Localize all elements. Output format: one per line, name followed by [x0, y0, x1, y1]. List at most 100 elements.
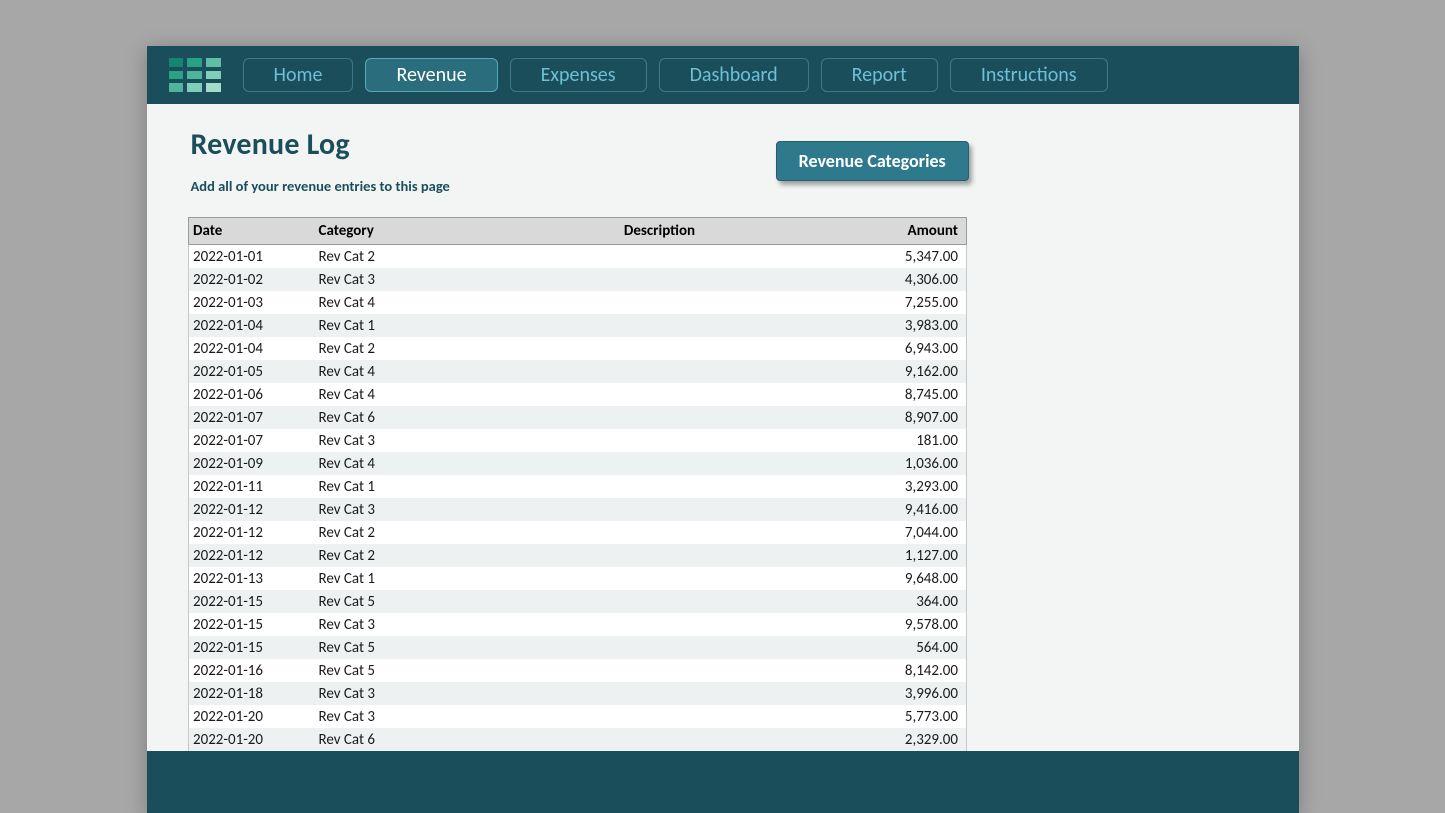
cell-description[interactable] [473, 544, 847, 567]
cell-amount[interactable]: 1,036.00 [847, 452, 967, 475]
table-row[interactable]: 2022-01-05Rev Cat 49,162.00 [147, 360, 1299, 383]
cell-date[interactable]: 2022-01-07 [189, 429, 313, 452]
nav-dashboard[interactable]: Dashboard [659, 58, 809, 92]
cell-description[interactable] [473, 475, 847, 498]
cell-category[interactable]: Rev Cat 3 [313, 613, 473, 636]
table-row[interactable]: 2022-01-06Rev Cat 4 8,745.00 [147, 383, 1299, 406]
cell-category[interactable]: Rev Cat 4 [313, 452, 473, 475]
cell-description[interactable] [473, 590, 847, 613]
cell-description[interactable] [473, 705, 847, 728]
table-row[interactable]: 2022-01-09Rev Cat 4 1,036.00 [147, 452, 1299, 475]
cell-category[interactable]: Rev Cat 3 [313, 682, 473, 705]
cell-description[interactable] [473, 636, 847, 659]
cell-amount[interactable]: 5,773.00 [847, 705, 967, 728]
cell-description[interactable] [473, 429, 847, 452]
cell-amount[interactable]: 4,306.00 [847, 268, 967, 291]
cell-date[interactable]: 2022-01-12 [189, 544, 313, 567]
cell-amount[interactable]: 9,648.00 [847, 567, 967, 590]
cell-amount[interactable]: 564.00 [847, 636, 967, 659]
cell-date[interactable]: 2022-01-09 [189, 452, 313, 475]
cell-description[interactable] [473, 268, 847, 291]
cell-category[interactable]: Rev Cat 2 [313, 337, 473, 360]
cell-description[interactable] [473, 452, 847, 475]
table-row[interactable]: 2022-01-11Rev Cat 1 3,293.00 [147, 475, 1299, 498]
cell-category[interactable]: Rev Cat 4 [313, 383, 473, 406]
cell-amount[interactable]: 3,293.00 [847, 475, 967, 498]
cell-category[interactable]: Rev Cat 3 [313, 268, 473, 291]
cell-amount[interactable]: 8,907.00 [847, 406, 967, 429]
cell-amount[interactable]: 3,983.00 [847, 314, 967, 337]
cell-description[interactable] [473, 682, 847, 705]
table-row[interactable]: 2022-01-04Rev Cat 13,983.00 [147, 314, 1299, 337]
cell-amount[interactable]: 3,996.00 [847, 682, 967, 705]
cell-amount[interactable]: 1,127.00 [847, 544, 967, 567]
cell-category[interactable]: Rev Cat 5 [313, 636, 473, 659]
cell-date[interactable]: 2022-01-04 [189, 337, 313, 360]
cell-amount[interactable]: 8,745.00 [847, 383, 967, 406]
cell-date[interactable]: 2022-01-18 [189, 682, 313, 705]
cell-date[interactable]: 2022-01-20 [189, 705, 313, 728]
cell-description[interactable] [473, 383, 847, 406]
cell-category[interactable]: Rev Cat 5 [313, 590, 473, 613]
cell-description[interactable] [473, 406, 847, 429]
cell-date[interactable]: 2022-01-16 [189, 659, 313, 682]
cell-category[interactable]: Rev Cat 5 [313, 659, 473, 682]
cell-category[interactable]: Rev Cat 3 [313, 429, 473, 452]
cell-date[interactable]: 2022-01-15 [189, 613, 313, 636]
cell-amount[interactable]: 9,578.00 [847, 613, 967, 636]
cell-description[interactable] [473, 314, 847, 337]
cell-amount[interactable]: 9,162.00 [847, 360, 967, 383]
nav-instructions[interactable]: Instructions [950, 58, 1108, 92]
cell-description[interactable] [473, 245, 847, 269]
table-row[interactable]: 2022-01-07Rev Cat 3 181.00 [147, 429, 1299, 452]
cell-description[interactable] [473, 337, 847, 360]
cell-description[interactable] [473, 291, 847, 314]
table-row[interactable]: 2022-01-15Rev Cat 3 9,578.00 [147, 613, 1299, 636]
cell-description[interactable] [473, 521, 847, 544]
cell-amount[interactable]: 7,044.00 [847, 521, 967, 544]
table-row[interactable]: 2022-01-12Rev Cat 2 7,044.00 [147, 521, 1299, 544]
cell-description[interactable] [473, 613, 847, 636]
cell-description[interactable] [473, 360, 847, 383]
cell-description[interactable] [473, 728, 847, 751]
col-header-description[interactable]: Description [473, 218, 847, 245]
cell-category[interactable]: Rev Cat 6 [313, 728, 473, 751]
cell-category[interactable]: Rev Cat 2 [313, 544, 473, 567]
cell-amount[interactable]: 5,347.00 [847, 245, 967, 269]
cell-date[interactable]: 2022-01-07 [189, 406, 313, 429]
cell-date[interactable]: 2022-01-06 [189, 383, 313, 406]
cell-category[interactable]: Rev Cat 1 [313, 567, 473, 590]
nav-report[interactable]: Report [821, 58, 938, 92]
table-row[interactable]: 2022-01-12Rev Cat 2 1,127.00 [147, 544, 1299, 567]
nav-expenses[interactable]: Expenses [510, 58, 647, 92]
cell-date[interactable]: 2022-01-01 [189, 245, 313, 269]
cell-description[interactable] [473, 498, 847, 521]
table-row[interactable]: 2022-01-04Rev Cat 2 6,943.00 [147, 337, 1299, 360]
cell-amount[interactable]: 8,142.00 [847, 659, 967, 682]
table-row[interactable]: 2022-01-01Rev Cat 2 5,347.00 [147, 245, 1299, 269]
table-row[interactable]: 2022-01-20Rev Cat 35,773.00 [147, 705, 1299, 728]
cell-category[interactable]: Rev Cat 4 [313, 360, 473, 383]
cell-date[interactable]: 2022-01-12 [189, 521, 313, 544]
table-row[interactable]: 2022-01-03Rev Cat 47,255.00 [147, 291, 1299, 314]
table-row[interactable]: 2022-01-02Rev Cat 34,306.00 [147, 268, 1299, 291]
cell-amount[interactable]: 181.00 [847, 429, 967, 452]
cell-date[interactable]: 2022-01-13 [189, 567, 313, 590]
cell-date[interactable]: 2022-01-15 [189, 590, 313, 613]
cell-category[interactable]: Rev Cat 2 [313, 521, 473, 544]
table-row[interactable]: 2022-01-15Rev Cat 5364.00 [147, 590, 1299, 613]
nav-home[interactable]: Home [243, 58, 354, 92]
col-header-category[interactable]: Category [313, 218, 473, 245]
cell-date[interactable]: 2022-01-12 [189, 498, 313, 521]
table-row[interactable]: 2022-01-13Rev Cat 1 9,648.00 [147, 567, 1299, 590]
cell-amount[interactable]: 6,943.00 [847, 337, 967, 360]
cell-amount[interactable]: 7,255.00 [847, 291, 967, 314]
cell-category[interactable]: Rev Cat 1 [313, 475, 473, 498]
cell-category[interactable]: Rev Cat 1 [313, 314, 473, 337]
cell-category[interactable]: Rev Cat 2 [313, 245, 473, 269]
cell-date[interactable]: 2022-01-15 [189, 636, 313, 659]
table-row[interactable]: 2022-01-16Rev Cat 5 8,142.00 [147, 659, 1299, 682]
table-row[interactable]: 2022-01-18Rev Cat 3 3,996.00 [147, 682, 1299, 705]
cell-date[interactable]: 2022-01-11 [189, 475, 313, 498]
table-row[interactable]: 2022-01-15Rev Cat 5 564.00 [147, 636, 1299, 659]
